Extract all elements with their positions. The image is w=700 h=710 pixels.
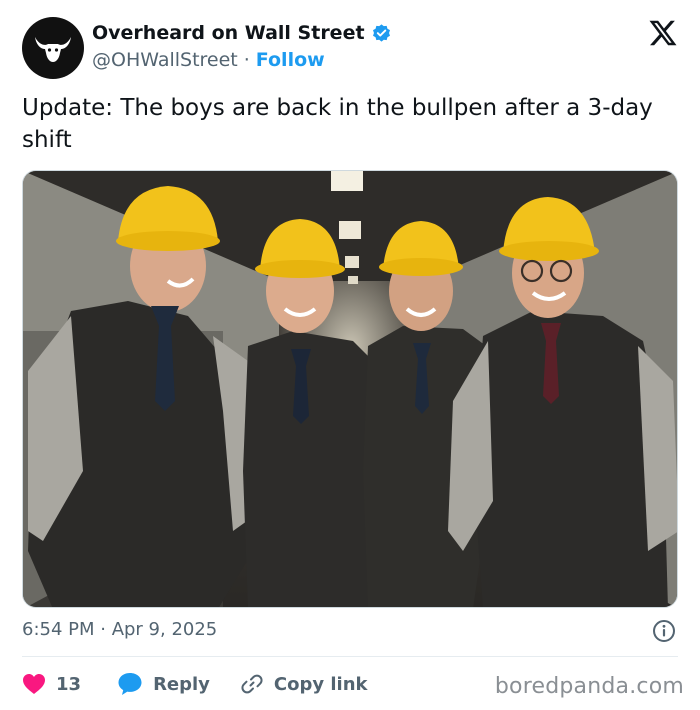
divider	[22, 656, 678, 657]
reply-label: Reply	[153, 673, 210, 695]
handle-separator: ·	[243, 49, 250, 71]
account-name[interactable]: Overheard on Wall Street	[92, 22, 365, 44]
tweet-image[interactable]	[22, 170, 678, 608]
tweet-header: Overheard on Wall Street @OHWallStreet ·…	[22, 17, 682, 79]
follow-button[interactable]: Follow	[256, 49, 325, 71]
verified-badge-icon	[372, 23, 390, 42]
heart-icon	[23, 674, 45, 694]
info-icon[interactable]	[652, 619, 676, 643]
link-icon	[241, 674, 263, 694]
like-button[interactable]: 13	[22, 673, 81, 695]
reply-button[interactable]: Reply	[117, 672, 210, 696]
bull-logo-icon	[35, 37, 71, 62]
reply-bubble-icon	[118, 673, 142, 695]
watermark: boredpanda.com	[494, 674, 684, 699]
tweet-text: Update: The boys are back in the bullpen…	[22, 95, 653, 153]
avatar[interactable]	[22, 17, 84, 79]
like-count: 13	[56, 673, 82, 695]
tweet-timestamp[interactable]: 6:54 PM · Apr 9, 2025	[22, 619, 217, 640]
x-logo-icon[interactable]	[648, 18, 678, 48]
copy-link-label: Copy link	[273, 673, 368, 695]
photo-of-four-men-in-hard-hats	[23, 171, 677, 607]
action-bar: 13 Reply Copy link	[22, 668, 368, 700]
copy-link-button[interactable]: Copy link	[240, 672, 368, 696]
account-handle[interactable]: @OHWallStreet	[92, 49, 238, 71]
